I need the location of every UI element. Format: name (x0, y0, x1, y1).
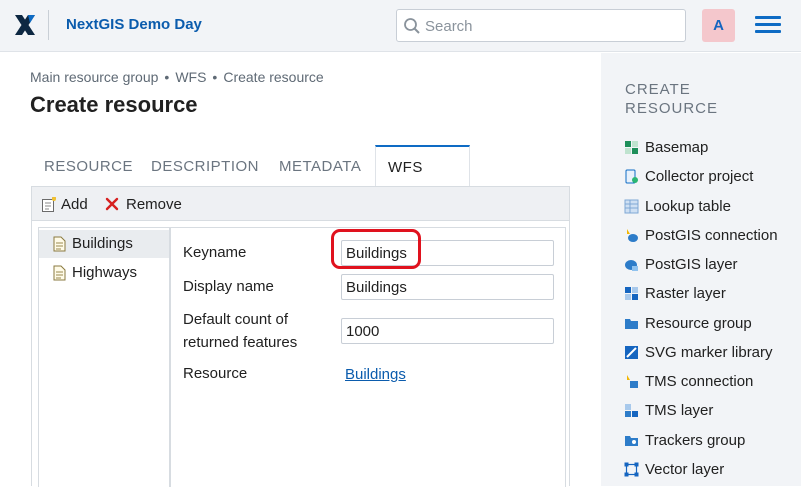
layer-toolbar: Add Remove (32, 187, 569, 221)
tms-layer-icon (625, 404, 638, 417)
trackers-group-icon (625, 436, 638, 446)
sidebar-item-label: Raster layer (645, 285, 726, 302)
breadcrumb-item-wfs[interactable]: WFS (175, 69, 206, 85)
sidebar-item-label: SVG marker library (645, 344, 773, 361)
postgis-connection-icon (627, 229, 638, 242)
hamburger-menu-icon[interactable] (755, 16, 781, 34)
wfs-service-panel: Add Remove Buildings Highways Keyname Bu… (31, 186, 570, 487)
app-title[interactable]: NextGIS Demo Day (66, 16, 202, 33)
remove-label: Remove (126, 196, 182, 213)
sidebar-item-label: PostGIS layer (645, 256, 738, 273)
tms-connection-icon (627, 375, 638, 388)
sidebar-item-label: Basemap (645, 139, 709, 156)
resource-label: Resource (183, 365, 248, 382)
keyname-label: Keyname (183, 244, 247, 261)
list-item-buildings[interactable]: Buildings (39, 230, 169, 258)
document-icon (53, 236, 66, 252)
svg-marker-library-icon (625, 346, 638, 359)
search-box[interactable] (396, 9, 686, 42)
list-item-label: Buildings (72, 235, 133, 252)
display-name-label: Display name (183, 278, 274, 295)
search-input[interactable] (425, 15, 675, 37)
sidebar-item-label: Trackers group (645, 432, 746, 449)
display-name-input[interactable] (341, 274, 554, 300)
default-count-label-line1: Default count of (183, 311, 289, 328)
list-item-highways[interactable]: Highways (39, 259, 169, 287)
layer-list: Buildings Highways (38, 227, 170, 487)
document-icon (53, 265, 66, 281)
resource-group-icon (625, 319, 638, 329)
nextgis-logo-icon[interactable] (13, 13, 37, 37)
lookup-table-icon (624, 199, 639, 214)
sidebar-item-label: Resource group (645, 315, 752, 332)
search-icon (404, 18, 420, 34)
breadcrumb: Main resource group • WFS • Create resource (30, 69, 324, 85)
tab-resource[interactable]: RESOURCE (44, 145, 133, 186)
default-count-label-line2: returned features (183, 334, 298, 351)
default-count-label: Default count of returned features (183, 308, 297, 354)
sidebar-item-label: Lookup table (645, 198, 731, 215)
page-title: Create resource (30, 92, 198, 117)
basemap-icon (625, 141, 638, 154)
user-avatar[interactable]: A (702, 9, 735, 42)
header-divider (48, 10, 49, 40)
sidebar-item-label: TMS connection (645, 373, 754, 390)
vector-layer-icon (624, 462, 639, 477)
sidebar-title-line1: CREATE (625, 81, 691, 98)
keyname-highlight-marker (331, 229, 421, 269)
raster-layer-icon (625, 287, 638, 300)
sidebar-item-label: Vector layer (645, 461, 725, 478)
postgis-layer-icon (625, 260, 638, 271)
top-header: NextGIS Demo Day A (0, 0, 801, 52)
sidebar-item-label: TMS layer (645, 402, 714, 419)
tab-description[interactable]: DESCRIPTION (151, 145, 259, 186)
sidebar-title: CREATE RESOURCE (625, 80, 745, 118)
default-count-input[interactable] (341, 318, 554, 344)
create-resource-sidebar: CREATE RESOURCE Basemap Collector projec… (601, 53, 801, 486)
sidebar-title-line2: RESOURCE (625, 100, 719, 117)
tab-wfs-service[interactable]: WFS SERVICE (375, 145, 471, 218)
remove-icon (105, 197, 119, 211)
tab-metadata[interactable]: METADATA (279, 145, 361, 186)
list-item-label: Highways (72, 264, 138, 281)
sidebar-item-label: Collector project (645, 168, 754, 185)
breadcrumb-item-main-group[interactable]: Main resource group (30, 69, 158, 85)
breadcrumb-item-current: Create resource (223, 69, 324, 85)
collector-project-icon (625, 169, 638, 184)
add-label: Add (61, 196, 88, 213)
resource-link[interactable]: Buildings (345, 366, 406, 383)
sidebar-item-label: PostGIS connection (645, 227, 778, 244)
add-icon (42, 197, 56, 212)
